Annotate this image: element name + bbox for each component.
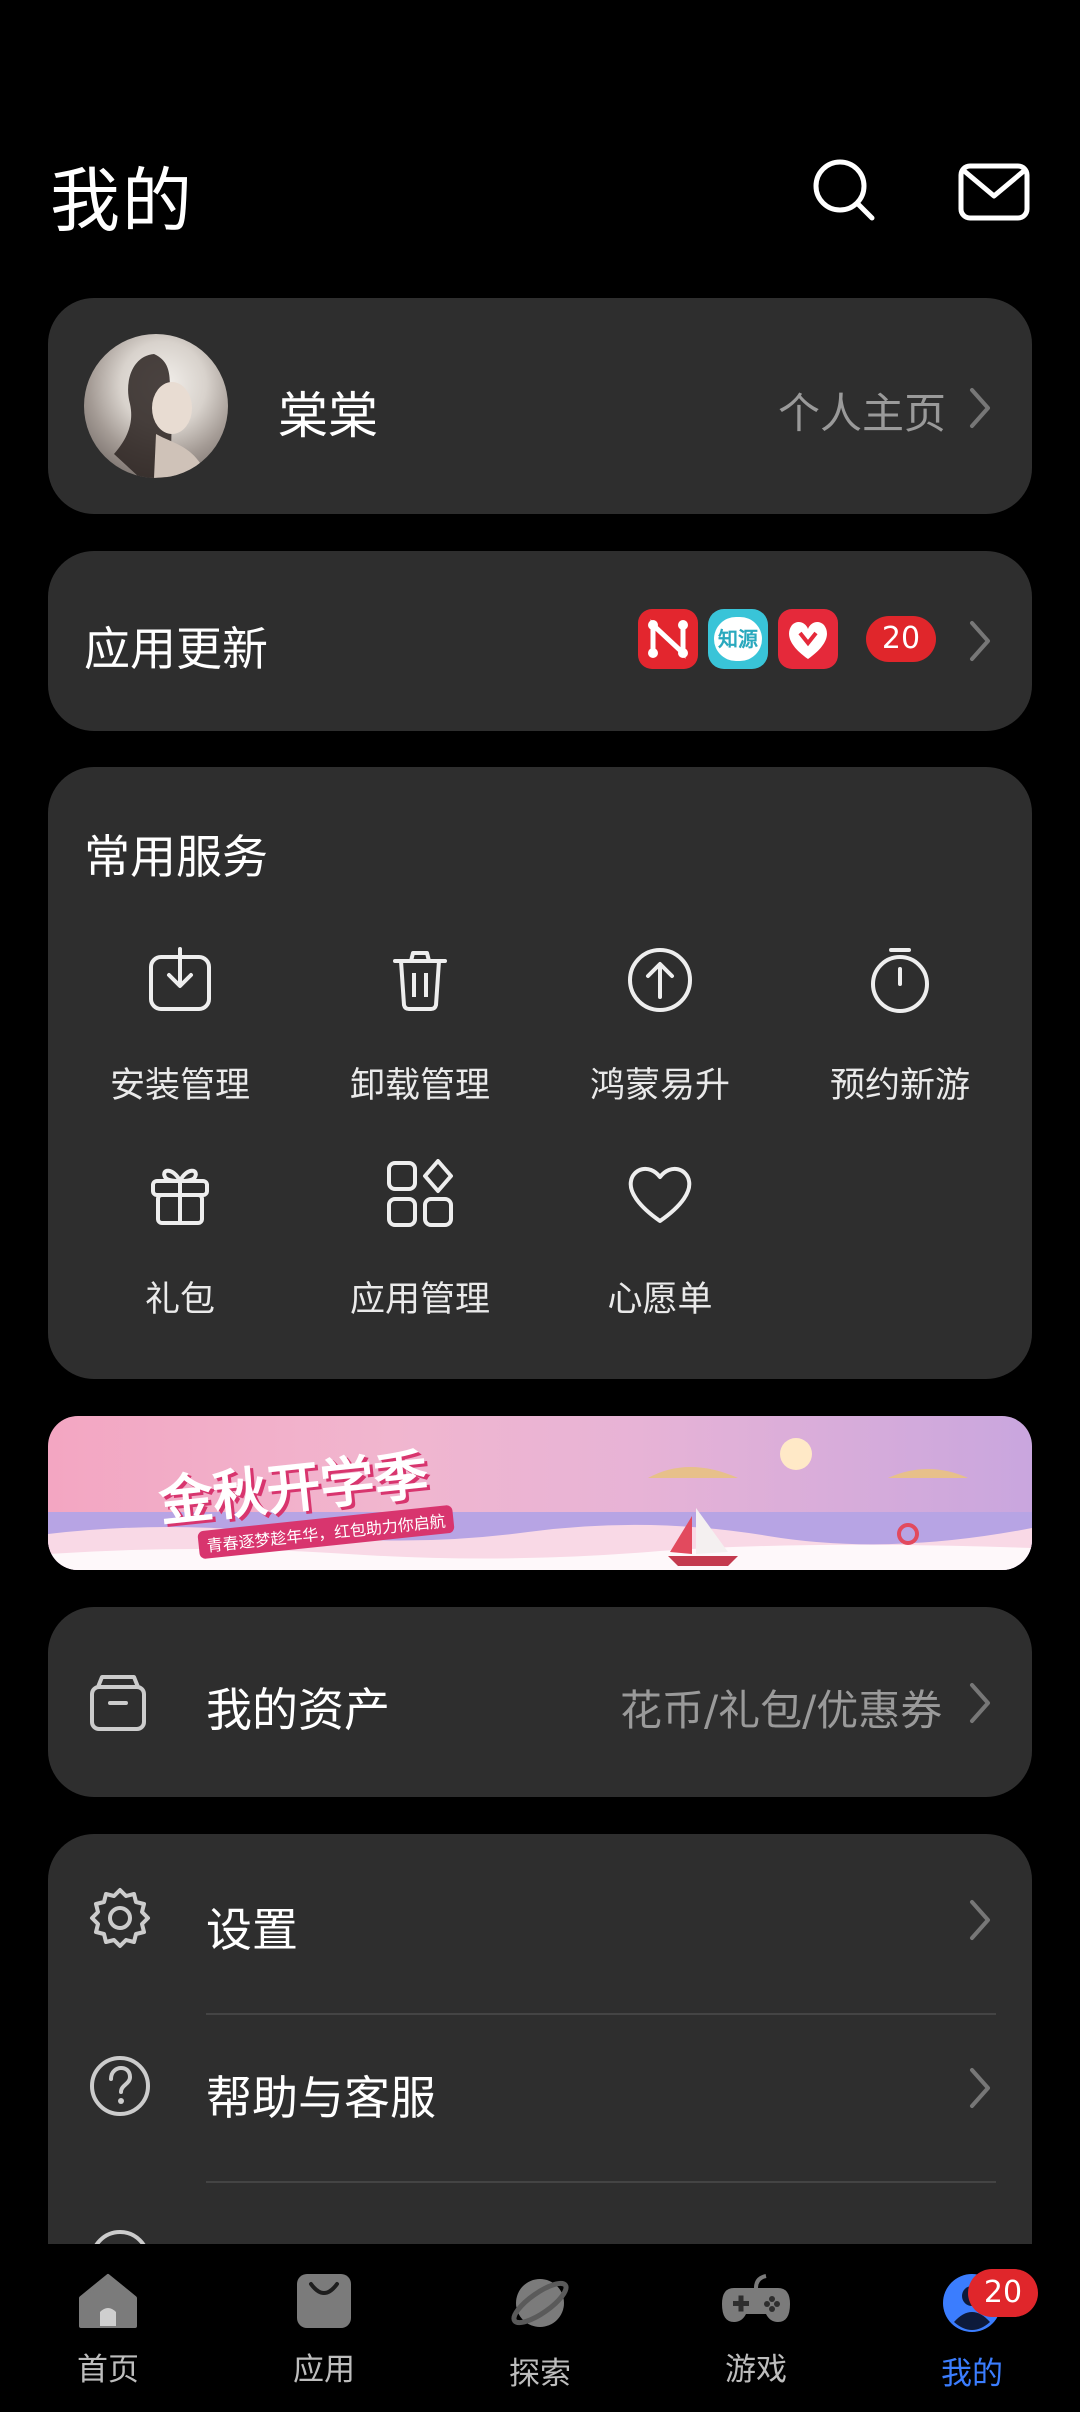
gamepad-icon <box>722 2274 790 2322</box>
avatar[interactable] <box>84 334 228 478</box>
harmony-upgrade-button[interactable]: 鸿蒙易升 <box>540 945 780 1108</box>
wishlist-button[interactable]: 心愿单 <box>540 1159 780 1322</box>
gift-icon <box>151 1168 209 1225</box>
planet-icon <box>511 2279 569 2327</box>
profile-name: 棠棠 <box>278 387 378 445</box>
promo-banner[interactable]: 金秋开学季 青春逐梦趁年华，红包助力你启航 <box>48 1416 1032 1570</box>
upgrade-icon <box>628 948 692 1012</box>
home-icon <box>79 2274 137 2328</box>
harmony-upgrade-label: 鸿蒙易升 <box>589 1066 730 1106</box>
tab-games-label: 游戏 <box>725 2352 787 2388</box>
chevron-right-icon <box>970 1683 990 1723</box>
help-label: 帮助与客服 <box>206 2071 436 2125</box>
bottom-tab-bar: 首页 应用 探索 游戏 我的 20 <box>0 2244 1080 2412</box>
app-manage-label: 应用管理 <box>349 1280 490 1320</box>
install-manage-label: 安装管理 <box>109 1066 250 1106</box>
gift-label: 礼包 <box>144 1280 215 1320</box>
wallet-box-icon <box>90 1675 146 1731</box>
uninstall-manage-button[interactable]: 卸载管理 <box>300 945 540 1108</box>
stopwatch-icon <box>871 948 929 1013</box>
reserve-games-button[interactable]: 预约新游 <box>780 945 1020 1108</box>
mail-icon[interactable] <box>954 152 1034 232</box>
red-network-app-icon <box>638 609 698 669</box>
help-icon <box>90 2056 150 2116</box>
install-icon <box>149 947 211 1011</box>
search-icon[interactable] <box>806 152 886 232</box>
tab-apps-label: 应用 <box>293 2352 355 2388</box>
tab-home-label: 首页 <box>77 2352 139 2388</box>
tab-home[interactable]: 首页 <box>0 2272 216 2389</box>
chevron-right-icon <box>970 621 990 661</box>
chevron-right-icon <box>970 2068 990 2108</box>
settings-row[interactable]: 设置 <box>48 1834 1032 2002</box>
assets-card[interactable]: 我的资产 花币/礼包/优惠券 <box>48 1607 1032 1797</box>
profile-card[interactable]: 棠棠 个人主页 <box>48 298 1032 514</box>
divider <box>206 2181 996 2183</box>
services-card: 常用服务 安装管理 卸载管理 鸿蒙易升 预约新游 礼包 应用管理 心愿单 <box>48 767 1032 1379</box>
update-count-badge: 20 <box>866 616 936 662</box>
assets-detail: 花币/礼包/优惠券 <box>620 1686 943 1735</box>
homepage-link[interactable]: 个人主页 <box>778 380 946 441</box>
tab-explore-label: 探索 <box>509 2356 571 2392</box>
settings-icon <box>90 1888 150 1948</box>
chevron-right-icon <box>970 1900 990 1940</box>
uninstall-icon <box>393 951 447 1011</box>
app-manage-button[interactable]: 应用管理 <box>300 1159 540 1322</box>
app-manage-icon <box>387 1159 453 1227</box>
gift-button[interactable]: 礼包 <box>60 1159 300 1322</box>
settings-card: 设置 帮助与客服 <box>48 1834 1032 2314</box>
help-row[interactable]: 帮助与客服 <box>48 2014 1032 2182</box>
reserve-games-label: 预约新游 <box>829 1066 970 1106</box>
apps-bag-icon <box>297 2274 351 2328</box>
app-updates-label: 应用更新 <box>84 622 268 676</box>
tab-games[interactable]: 游戏 <box>648 2272 864 2389</box>
zhiyuan-app-icon: 知源 <box>708 609 768 669</box>
uninstall-manage-label: 卸载管理 <box>349 1066 490 1106</box>
app-updates-card[interactable]: 应用更新 知源 20 <box>48 551 1032 731</box>
tab-mine-badge: 20 <box>968 2269 1038 2317</box>
tab-explore[interactable]: 探索 <box>432 2272 648 2393</box>
tab-apps[interactable]: 应用 <box>216 2272 432 2389</box>
services-title: 常用服务 <box>84 830 268 884</box>
pinduoduo-app-icon <box>778 609 838 669</box>
heart-icon <box>628 1166 692 1223</box>
tab-mine-label: 我的 <box>941 2356 1003 2392</box>
chevron-right-icon <box>970 388 990 428</box>
wishlist-label: 心愿单 <box>607 1280 713 1320</box>
install-manage-button[interactable]: 安装管理 <box>60 945 300 1108</box>
page-title: 我的 <box>50 160 194 242</box>
assets-label: 我的资产 <box>206 1683 390 1737</box>
settings-label: 设置 <box>206 1903 298 1957</box>
